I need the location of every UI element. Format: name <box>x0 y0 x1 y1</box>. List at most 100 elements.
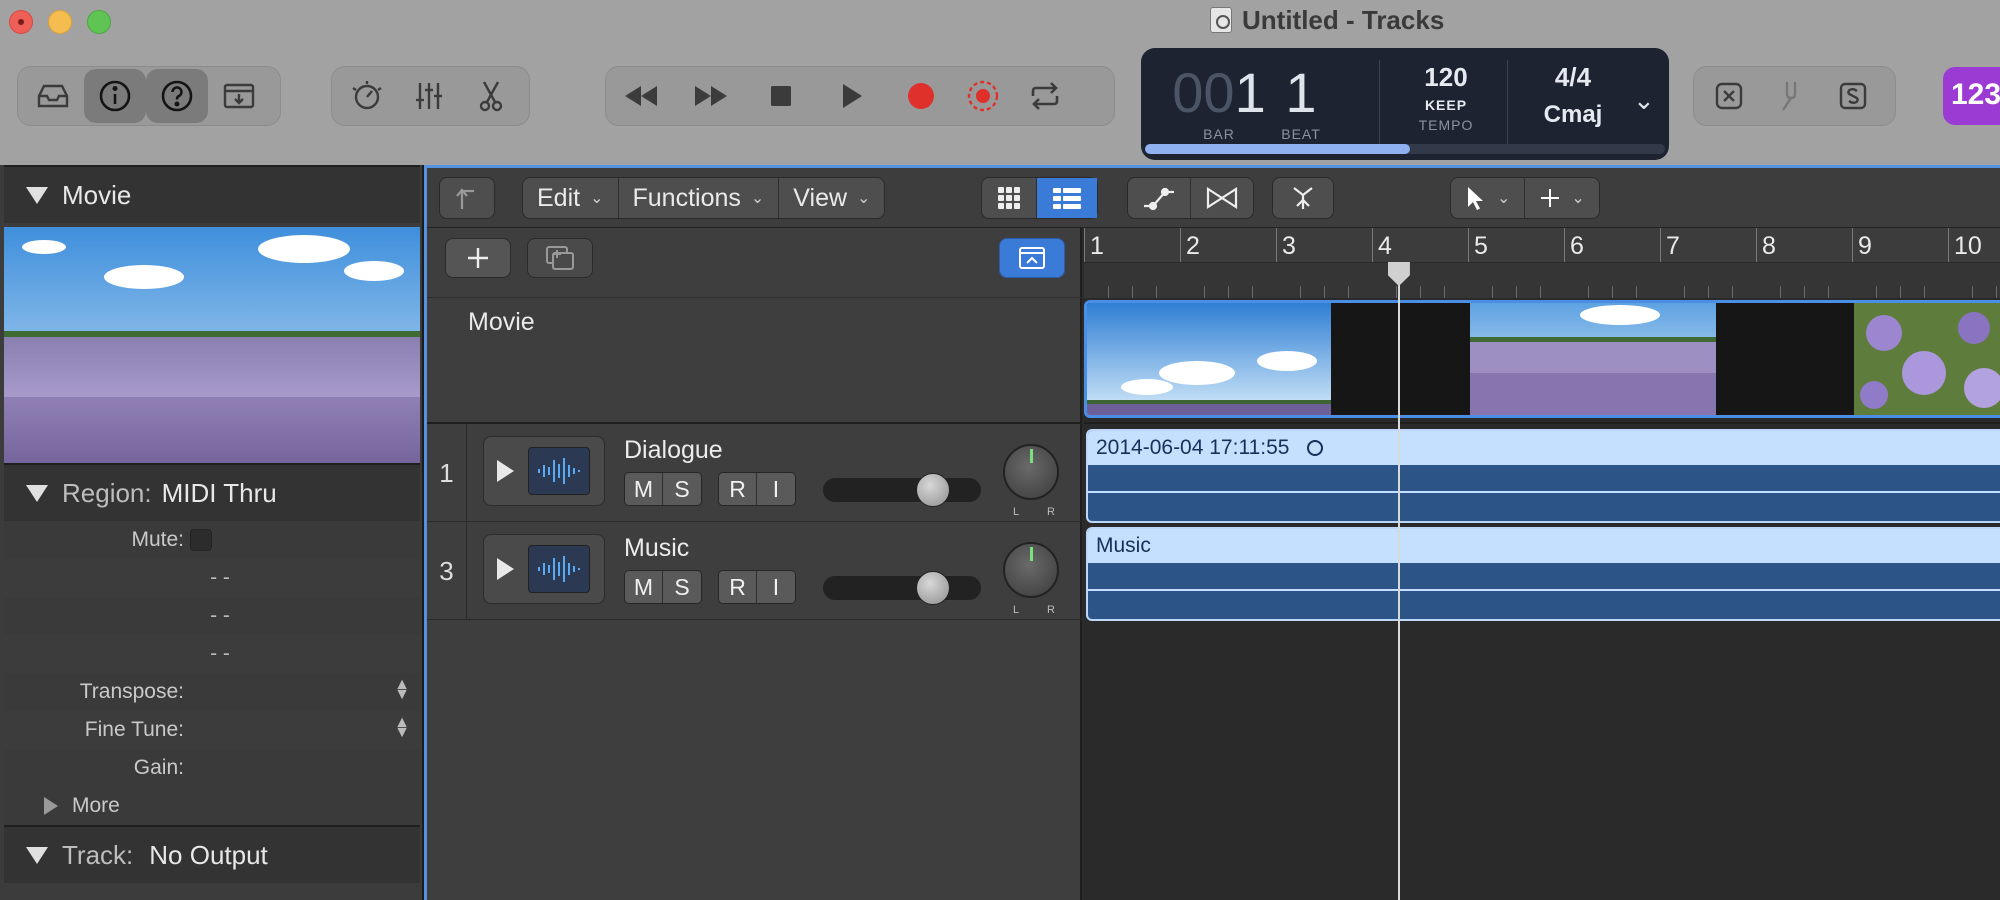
cycle-icon[interactable] <box>1014 69 1076 123</box>
volume-slider[interactable] <box>823 473 981 507</box>
browser-download-icon[interactable] <box>208 69 270 123</box>
inspector-track-header[interactable]: Track: No Output <box>4 825 420 883</box>
quick-help-icon[interactable] <box>146 69 208 123</box>
catch-snap-icon[interactable] <box>1272 177 1334 219</box>
catch-up-arrow-icon[interactable] <box>439 177 495 219</box>
audio-region-music[interactable]: Music <box>1086 527 2000 621</box>
pointer-tool-menu[interactable]: ⌄ <box>1451 178 1526 218</box>
track-row-music[interactable]: 3 Music M S R I L R <box>427 522 1082 620</box>
volume-slider-knob[interactable] <box>915 473 950 507</box>
global-tracks-toggle-icon[interactable] <box>999 238 1065 278</box>
record-enable-button[interactable]: R <box>719 473 757 505</box>
flex-icon[interactable] <box>1191 178 1253 218</box>
bar-number: 8 <box>1762 232 1776 260</box>
pan-knob[interactable]: L R <box>1003 444 1059 518</box>
document-icon <box>1210 7 1232 33</box>
minimize-window-button[interactable] <box>48 10 72 34</box>
record-enable-button[interactable]: R <box>719 571 757 603</box>
input-monitor-button[interactable]: I <box>757 473 795 505</box>
gain-row[interactable]: Gain: <box>4 749 420 787</box>
track-row-dialogue[interactable]: 1 Dialogue M S R I L R <box>427 424 1082 522</box>
inspector-movie-header[interactable]: Movie <box>4 165 420 223</box>
beat-tick <box>1612 286 1613 298</box>
lcd-display[interactable]: 001 BAR 1 BEAT 120 KEEP TEMPO 4/4 Cmaj <box>1141 48 1669 160</box>
rewind-icon[interactable] <box>610 69 672 123</box>
functions-menu[interactable]: Functions ⌄ <box>619 178 780 218</box>
tracks-view-icon[interactable] <box>1037 178 1097 218</box>
solo-button[interactable]: S <box>663 473 701 505</box>
transpose-label: Transpose: <box>79 680 184 703</box>
lcd-divider <box>1379 60 1380 144</box>
automation-icon[interactable] <box>1128 178 1191 218</box>
zoom-window-button[interactable] <box>87 10 111 34</box>
library-icon[interactable] <box>22 69 84 123</box>
play-icon[interactable] <box>497 460 514 482</box>
mixer-icon[interactable] <box>398 69 460 123</box>
movie-frame <box>1470 303 1716 415</box>
lcd-menu-chevron-icon[interactable]: ⌄ <box>1633 85 1655 116</box>
beat-tick <box>1540 286 1541 298</box>
audio-region-dialogue[interactable]: 2014-06-04 17:11:55 <box>1086 429 2000 523</box>
more-row[interactable]: More <box>4 787 420 825</box>
empty-row: - - <box>4 597 420 635</box>
playhead[interactable] <box>1397 268 1400 900</box>
volume-slider[interactable] <box>823 571 981 605</box>
grid-view-icon[interactable] <box>982 178 1037 218</box>
track-icon[interactable] <box>483 436 605 506</box>
mute-button[interactable]: M <box>625 473 663 505</box>
transport-controls <box>605 66 1115 126</box>
tracks-toolbar: Edit ⌄ Functions ⌄ View ⌄ ⌄ ⌄ <box>427 168 2000 228</box>
beat-tick <box>1708 286 1709 298</box>
right-tools-group <box>1693 66 1896 126</box>
bar-ruler[interactable]: 1 2 3 4 5 6 7 8 9 10 <box>1084 228 2000 298</box>
close-window-button[interactable] <box>9 10 33 34</box>
pan-right-label: R <box>1047 604 1055 616</box>
play-icon[interactable] <box>497 558 514 580</box>
movie-region[interactable] <box>1084 300 2000 418</box>
add-track-button[interactable] <box>445 238 511 278</box>
smart-controls-icon[interactable] <box>336 69 398 123</box>
beat-tick <box>1348 286 1349 298</box>
pan-knob[interactable]: L R <box>1003 542 1059 616</box>
inspector-icon[interactable] <box>84 69 146 123</box>
fine-tune-row[interactable]: Fine Tune: ▲ ▼ <box>4 711 420 749</box>
track-icon[interactable] <box>483 534 605 604</box>
marquee-tool-menu[interactable]: ⌄ <box>1525 178 1598 218</box>
record-icon[interactable] <box>890 69 952 123</box>
volume-slider-knob[interactable] <box>915 571 950 605</box>
bar-tick <box>1372 228 1373 262</box>
tuning-fork-icon[interactable] <box>1760 69 1822 123</box>
inspector-region-header[interactable]: Region: MIDI Thru <box>4 463 420 521</box>
mute-button[interactable]: M <box>625 571 663 603</box>
stepper-icon[interactable]: ▲ ▼ <box>394 677 410 703</box>
mute-checkbox[interactable] <box>190 529 212 551</box>
track-headers: Movie 1 Dialogue M S R I L R 3 Music M S… <box>427 228 1082 900</box>
count-in-button[interactable]: 1234 <box>1943 67 2000 125</box>
solo-s-icon[interactable] <box>1822 69 1884 123</box>
replace-record-icon[interactable] <box>952 69 1014 123</box>
stepper-icon[interactable]: ▲ ▼ <box>394 715 410 741</box>
cycle-bar[interactable] <box>1084 262 2000 298</box>
view-menu[interactable]: View ⌄ <box>779 178 884 218</box>
solo-button[interactable]: S <box>663 571 701 603</box>
movie-track-lane <box>1084 298 2000 424</box>
tracks-timeline[interactable]: 1 2 3 4 5 6 7 8 9 10 2014-06-04 17:11:55… <box>1084 228 2000 900</box>
beat-tick <box>1300 286 1301 298</box>
movie-track-header[interactable]: Movie <box>427 298 1082 424</box>
tracks-area: Edit ⌄ Functions ⌄ View ⌄ ⌄ ⌄ Movie 1 Di… <box>424 165 2000 900</box>
lcd-bar-value: 1 <box>1234 61 1266 124</box>
stop-icon[interactable] <box>750 69 812 123</box>
tuner-close-icon[interactable] <box>1698 69 1760 123</box>
duplicate-track-icon[interactable] <box>527 238 593 278</box>
editing-tools-group <box>331 66 530 126</box>
play-icon[interactable] <box>820 69 882 123</box>
fast-forward-icon[interactable] <box>680 69 742 123</box>
functions-menu-label: Functions <box>632 183 741 212</box>
lcd-key: Cmaj <box>1543 101 1603 128</box>
transpose-row[interactable]: Transpose: ▲ ▼ <box>4 673 420 711</box>
view-mode-toggle <box>981 177 1098 219</box>
disclosure-down-icon <box>26 846 48 864</box>
edit-menu[interactable]: Edit ⌄ <box>523 178 619 218</box>
scissors-icon[interactable] <box>460 69 522 123</box>
input-monitor-button[interactable]: I <box>757 571 795 603</box>
